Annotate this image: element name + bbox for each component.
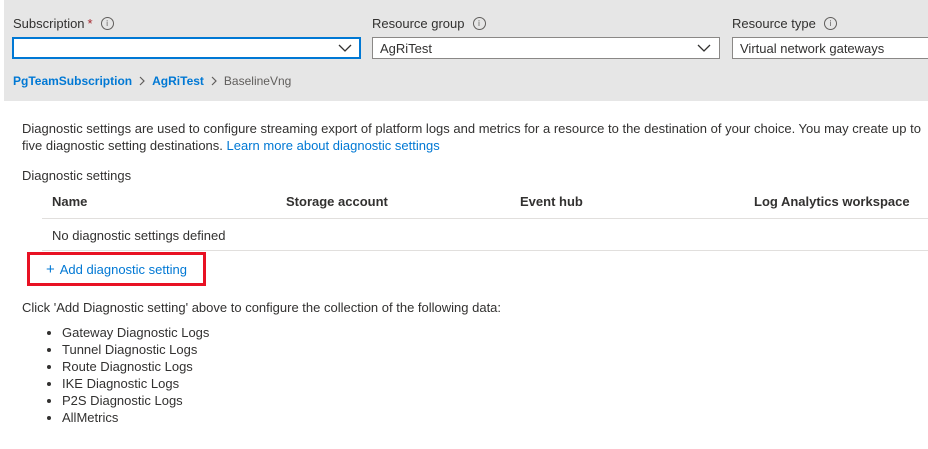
learn-more-link[interactable]: Learn more about diagnostic settings (227, 138, 440, 153)
column-header-event-hub: Event hub (520, 194, 583, 209)
required-indicator: * (87, 16, 93, 31)
column-header-storage-account: Storage account (286, 194, 388, 209)
list-item: Route Diagnostic Logs (62, 358, 209, 375)
list-item: IKE Diagnostic Logs (62, 375, 209, 392)
subscription-label-text: Subscription (13, 16, 85, 31)
breadcrumb-subscription-link[interactable]: PgTeamSubscription (13, 74, 132, 88)
column-header-log-analytics: Log Analytics workspace (754, 194, 910, 209)
breadcrumb-resource-group-link[interactable]: AgRiTest (152, 74, 204, 88)
chevron-right-icon (139, 76, 145, 86)
plus-icon: + (46, 261, 55, 278)
filter-bar: Subscription * i Resource group i AgRiTe… (0, 0, 928, 101)
instructions-text: Click 'Add Diagnostic setting' above to … (22, 300, 502, 315)
list-item: P2S Diagnostic Logs (62, 392, 209, 409)
resource-group-dropdown[interactable]: AgRiTest (372, 37, 720, 59)
subscription-dropdown[interactable] (12, 37, 361, 59)
list-item: AllMetrics (62, 409, 209, 426)
resource-type-value: Virtual network gateways (740, 41, 885, 56)
add-diagnostic-setting-button[interactable]: + Add diagnostic setting (46, 262, 187, 277)
resource-type-label: Resource type i (732, 16, 837, 31)
table-row-divider (42, 250, 928, 251)
data-types-list: Gateway Diagnostic Logs Tunnel Diagnosti… (44, 324, 209, 426)
diagnostic-description: Diagnostic settings are used to configur… (22, 120, 928, 154)
empty-table-message: No diagnostic settings defined (52, 228, 226, 243)
breadcrumb-current-resource: BaselineVng (223, 74, 292, 88)
table-header-divider (42, 218, 928, 219)
resource-group-label: Resource group i (372, 16, 486, 31)
list-item: Gateway Diagnostic Logs (62, 324, 209, 341)
info-icon[interactable]: i (100, 17, 114, 30)
description-text: Diagnostic settings are used to configur… (22, 121, 921, 153)
info-icon[interactable]: i (472, 17, 486, 30)
chevron-right-icon (211, 76, 217, 86)
column-header-name: Name (52, 194, 88, 209)
chevron-down-icon (338, 44, 352, 52)
resource-type-dropdown[interactable]: Virtual network gateways (732, 37, 928, 59)
add-diagnostic-setting-label: Add diagnostic setting (59, 262, 187, 277)
resource-group-label-text: Resource group (372, 16, 465, 31)
list-item: Tunnel Diagnostic Logs (62, 341, 209, 358)
info-icon[interactable]: i (823, 17, 837, 30)
chevron-down-icon (697, 44, 711, 52)
subscription-label: Subscription * i (13, 16, 114, 31)
diagnostic-settings-heading: Diagnostic settings (22, 168, 132, 183)
resource-type-label-text: Resource type (732, 16, 816, 31)
breadcrumb: PgTeamSubscription AgRiTest BaselineVng (13, 74, 291, 88)
resource-group-value: AgRiTest (380, 41, 433, 56)
filter-bar-edge (0, 0, 4, 101)
